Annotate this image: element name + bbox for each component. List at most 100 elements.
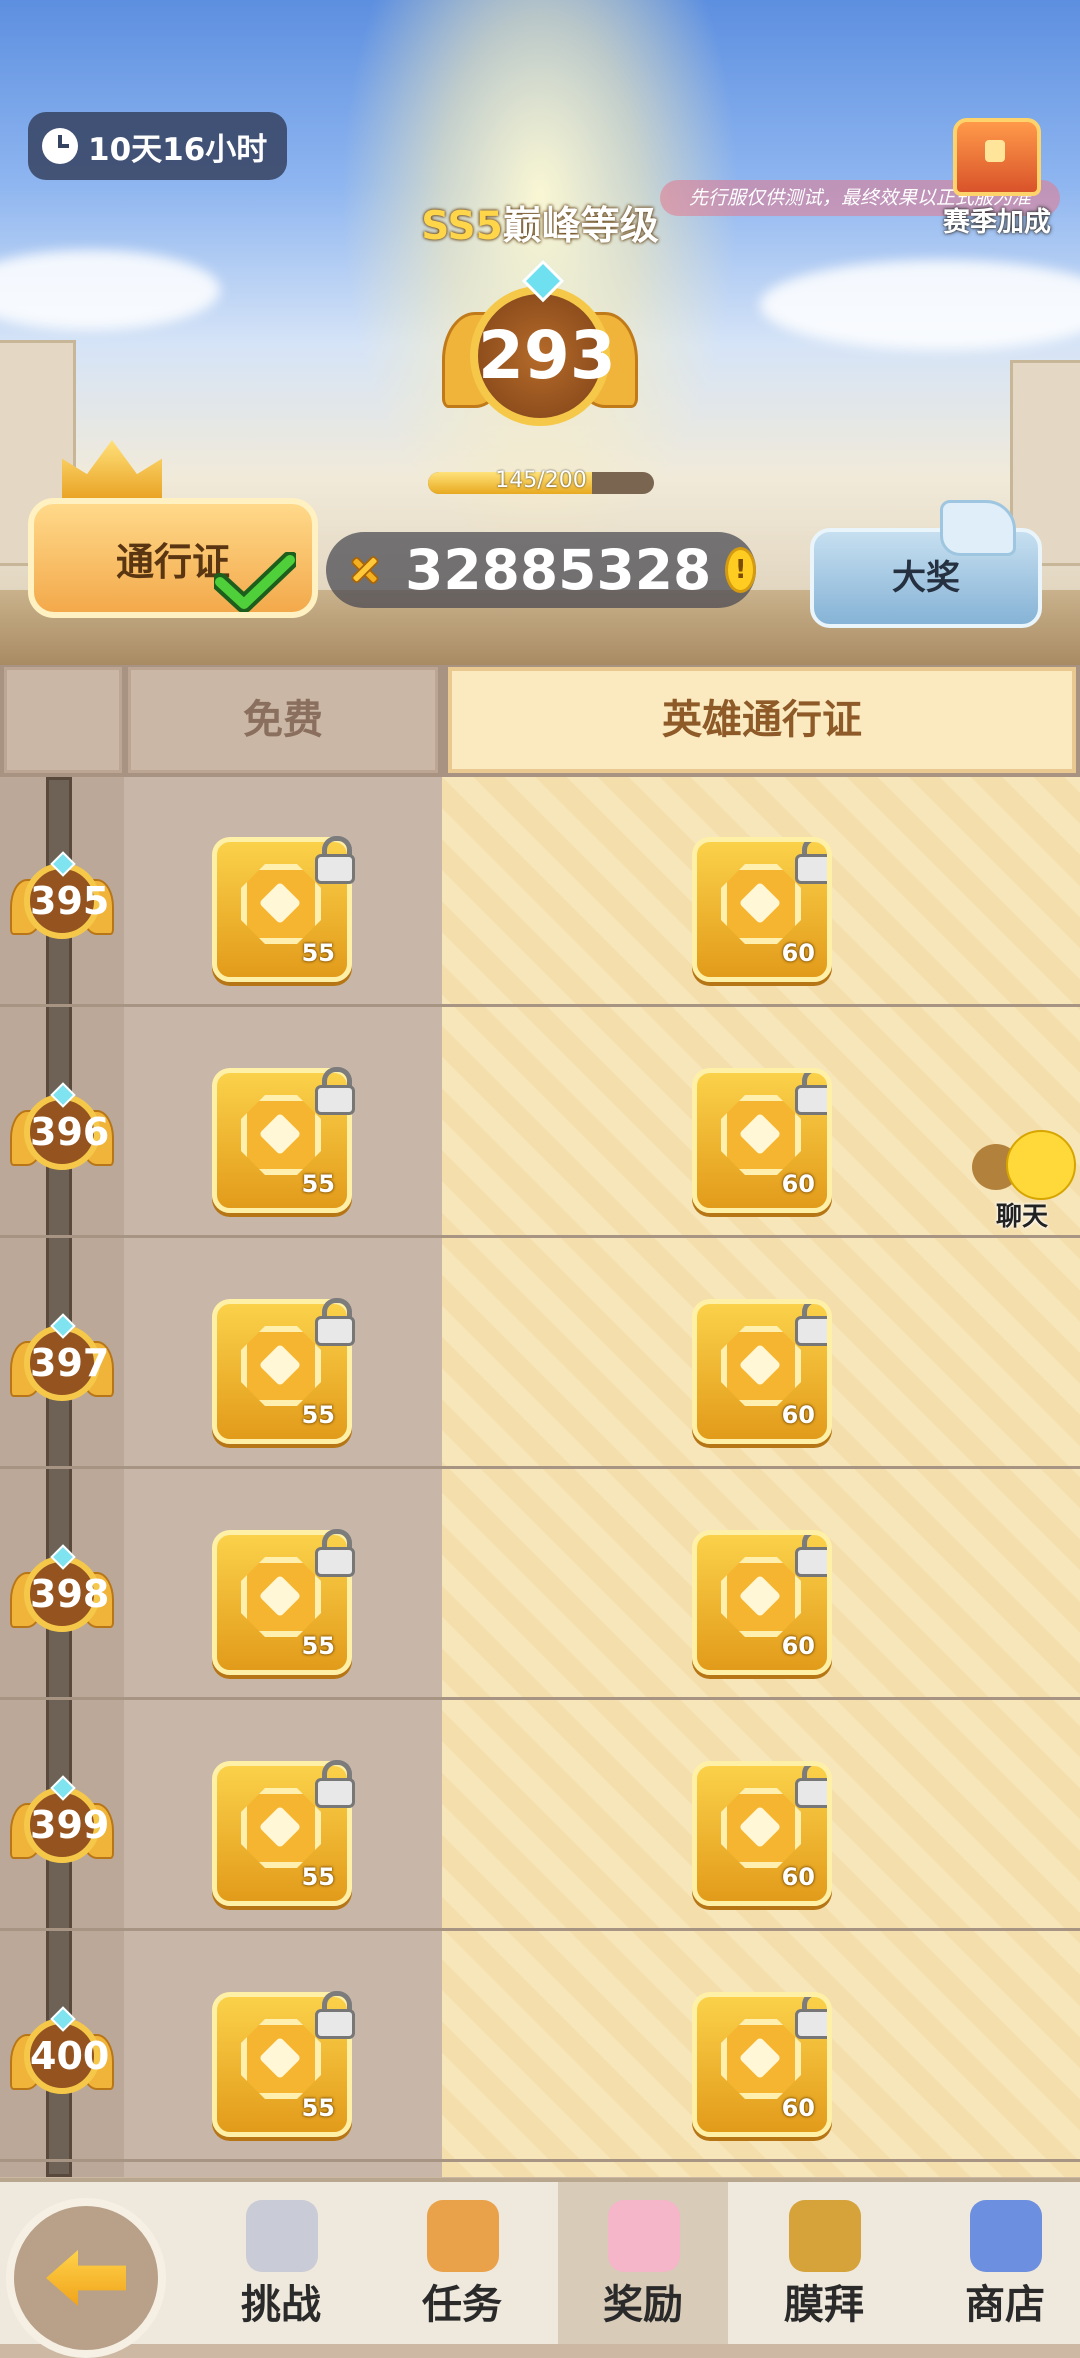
free-reward-item[interactable]: 55 (212, 1298, 355, 1444)
free-reward-quantity: 55 (301, 1863, 335, 1891)
hero-shard-icon (241, 1326, 321, 1406)
battle-points-display: 32885328 ! (326, 532, 756, 608)
row-divider (0, 1235, 1080, 1238)
tab-worship[interactable]: 膜拜 (739, 2182, 909, 2344)
tab-label: 膜拜 (784, 2282, 864, 2328)
grand-prize-label: 大奖 (892, 558, 960, 598)
free-reward-item[interactable]: 55 (212, 1760, 355, 1906)
lock-icon (793, 1997, 827, 2041)
hero-shard-icon (721, 1326, 801, 1406)
level-badge: 397 (10, 1313, 114, 1417)
lock-icon (313, 1760, 357, 1810)
worship-icon (789, 2200, 861, 2272)
reward-row: 397 55 60 (0, 1239, 1080, 1469)
row-divider (0, 1466, 1080, 1469)
free-reward-quantity: 55 (301, 1401, 335, 1429)
hero-pass-reward-item[interactable]: 60 (692, 837, 832, 982)
season-prefix: SS5 (421, 204, 503, 249)
row-divider (0, 1697, 1080, 1700)
bottom-nav: 挑战 任务 奖励 膜拜 商店 (0, 2178, 1080, 2358)
hero-shard-icon (721, 1095, 801, 1175)
chest-icon (953, 118, 1041, 196)
battle-points-amount: 32885328 (405, 538, 712, 602)
hero-shard-icon (721, 1557, 801, 1637)
free-reward-item[interactable]: 55 (212, 836, 355, 982)
hero-reward-quantity: 60 (781, 1170, 815, 1198)
lock-icon (313, 1298, 357, 1348)
hero-pass-reward-item[interactable]: 60 (692, 1068, 832, 1213)
free-reward-quantity: 55 (301, 1170, 335, 1198)
free-reward-quantity: 55 (301, 1632, 335, 1660)
reward-row: 395 55 60 (0, 777, 1080, 1007)
season-timer: 10天16小时 (28, 112, 288, 180)
reward-row: 398 55 60 (0, 1470, 1080, 1700)
tab-label: 挑战 (241, 2282, 321, 2328)
free-reward-item[interactable]: 55 (212, 1991, 355, 2137)
chat-button[interactable]: 聊天 (972, 1130, 1080, 1232)
reward-table-header: 免费 英雄通行证 (0, 665, 1080, 777)
hero-shard-icon (241, 1557, 321, 1637)
lock-icon (793, 1535, 827, 1579)
free-reward-quantity: 55 (301, 939, 335, 967)
hero-pass-reward-item[interactable]: 60 (692, 1299, 832, 1444)
tab-label: 任务 (422, 2282, 502, 2328)
reward-row: 400 55 60 (0, 1932, 1080, 2162)
hero-reward-quantity: 60 (781, 1401, 815, 1429)
hero-shard-icon (721, 2019, 801, 2099)
lock-icon (313, 1991, 357, 2041)
hero-shard-icon (721, 864, 801, 944)
row-divider (0, 1004, 1080, 1007)
hero-shard-icon (721, 1788, 801, 1868)
tab-shop[interactable]: 商店 (920, 2182, 1080, 2344)
hero-shard-icon (241, 864, 321, 944)
row-divider (0, 1928, 1080, 1931)
pass-button-label: 通行证 (116, 539, 231, 584)
back-arrow-icon (46, 2250, 126, 2306)
tab-task[interactable]: 任务 (377, 2182, 547, 2344)
free-reward-item[interactable]: 55 (212, 1529, 355, 1675)
hero-reward-quantity: 60 (781, 939, 815, 967)
reward-icon (608, 2200, 680, 2272)
hero-reward-quantity: 60 (781, 1863, 815, 1891)
level-badge: 400 (10, 2006, 114, 2110)
hero-pass-column-header: 英雄通行证 (448, 667, 1076, 773)
tab-challenge[interactable]: 挑战 (196, 2182, 366, 2344)
hero-reward-quantity: 60 (781, 1632, 815, 1660)
tab-reward[interactable]: 奖励 (558, 2182, 728, 2344)
lock-icon (313, 1529, 357, 1579)
hero-shard-icon (241, 2019, 321, 2099)
hero-pass-reward-item[interactable]: 60 (692, 1992, 832, 2137)
peak-level-badge: 293 (442, 259, 638, 448)
task-icon (427, 2200, 499, 2272)
back-button[interactable] (6, 2198, 166, 2358)
xp-progress-text: 145/200 (495, 468, 587, 493)
chat-face-icon (1006, 1130, 1076, 1200)
hero-pass-reward-item[interactable]: 60 (692, 1761, 832, 1906)
challenge-icon (246, 2200, 318, 2272)
hero-shard-icon (241, 1788, 321, 1868)
tab-label: 奖励 (603, 2282, 683, 2328)
peak-level-number: 293 (470, 286, 616, 426)
lock-icon (793, 1766, 827, 1810)
reward-row: 396 55 60 (0, 1008, 1080, 1238)
crossed-swords-icon (351, 556, 379, 584)
free-column-header: 免费 (128, 667, 438, 773)
level-badge: 395 (10, 851, 114, 955)
lock-icon (793, 1304, 827, 1348)
lock-icon (313, 1067, 357, 1117)
reward-list[interactable]: 395 55 60 396 55 60 397 55 60 398 55 60 399 55 60 400 55… (0, 777, 1080, 2177)
chat-label: 聊天 (995, 1202, 1048, 1232)
level-title-text: 巅峰等级 (502, 204, 659, 249)
row-divider (0, 2159, 1080, 2162)
free-reward-item[interactable]: 55 (212, 1067, 355, 1213)
info-coin-icon[interactable]: ! (725, 547, 756, 593)
lock-icon (313, 836, 357, 886)
lock-icon (793, 1073, 827, 1117)
clock-icon (42, 128, 78, 164)
level-badge: 396 (10, 1082, 114, 1186)
lock-icon (793, 842, 827, 886)
hero-reward-quantity: 60 (781, 2094, 815, 2122)
check-icon (214, 552, 296, 612)
level-badge: 398 (10, 1544, 114, 1648)
hero-pass-reward-item[interactable]: 60 (692, 1530, 832, 1675)
